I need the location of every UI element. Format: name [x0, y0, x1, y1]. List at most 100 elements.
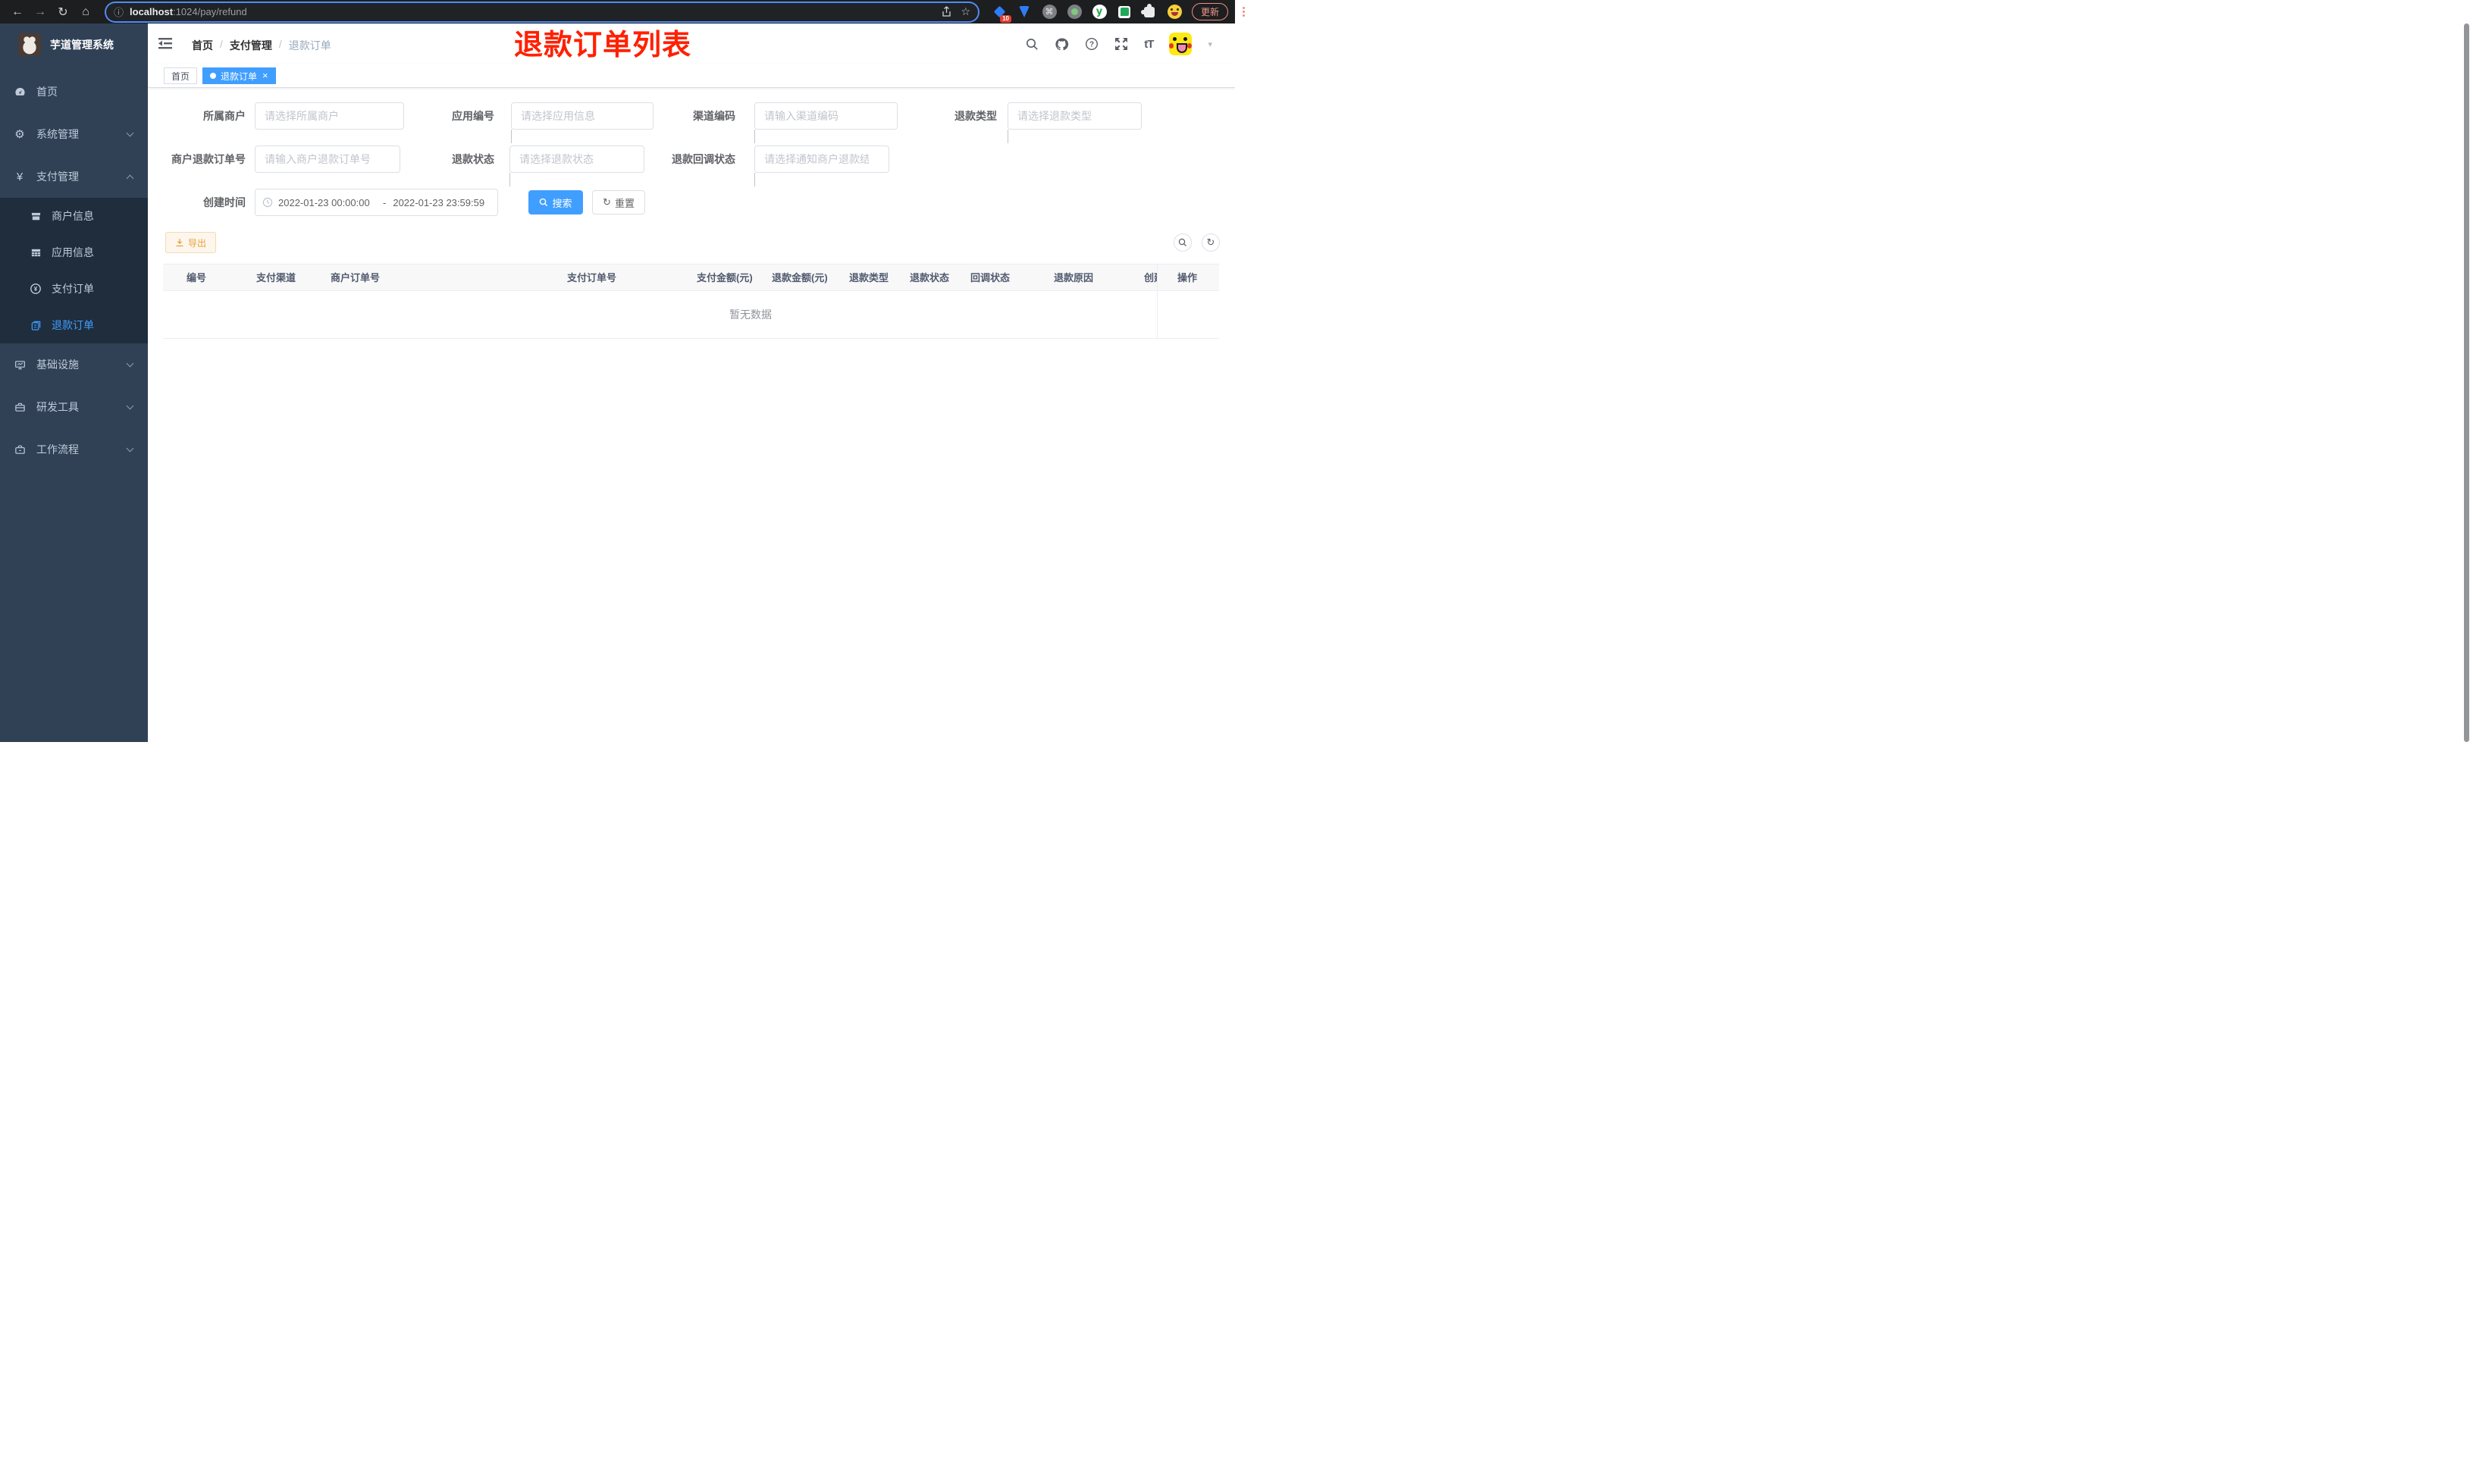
sidebar-item-label: 应用信息 — [52, 246, 94, 258]
col-pay-channel: 支付渠道 — [256, 272, 296, 283]
site-info-icon[interactable]: ⓘ — [114, 5, 124, 19]
sidebar-item-app-info[interactable]: 应用信息 — [0, 234, 148, 271]
sidebar-item-merchant-info[interactable]: 商户信息 — [0, 198, 148, 234]
refund-status-select[interactable]: 请选择退款状态 — [509, 146, 644, 186]
merchant-input[interactable] — [255, 102, 404, 130]
search-icon[interactable] — [1026, 38, 1039, 51]
extension-greendot-icon[interactable] — [1067, 5, 1082, 20]
extension-badge: 10 — [1000, 14, 1011, 23]
sidebar-item-refund-order[interactable]: 退款订单 — [0, 307, 148, 343]
toolbox-icon — [13, 402, 27, 413]
merchant-refund-no-input[interactable] — [255, 146, 400, 173]
col-id: 编号 — [187, 272, 207, 283]
channel-select[interactable]: 请输入渠道编码 — [754, 102, 898, 143]
tag-close-icon[interactable]: × — [262, 70, 268, 80]
col-refund-status: 退款状态 — [910, 272, 950, 283]
chevron-down-icon — [754, 130, 755, 143]
sidebar-menu: 首页 ⚙ 系统管理 ¥ 支付管理 商户信息 应用信息 ¥ 支付订单 退款订单 基… — [0, 70, 148, 471]
avatar-cheek — [1169, 43, 1174, 49]
extensions-puzzle-icon[interactable] — [1141, 3, 1157, 20]
refund-type-select[interactable]: 请选择退款类型 — [1008, 102, 1142, 143]
sidebar-item-payment[interactable]: ¥ 支付管理 — [0, 155, 148, 198]
browser-home-icon[interactable]: ⌂ — [76, 2, 96, 22]
browser-menu-icon[interactable] — [1240, 7, 1248, 17]
address-bar[interactable]: ⓘ localhost :1024/pay/refund ☆ — [106, 2, 978, 21]
sidebar-item-label: 系统管理 — [36, 128, 79, 140]
sidebar-item-infrastructure[interactable]: 基础设施 — [0, 343, 148, 386]
browser-reload-icon[interactable]: ↻ — [53, 2, 73, 22]
puzzle-shape — [1141, 3, 1155, 17]
logo-rabbit-image — [18, 33, 41, 56]
page-scrollbar[interactable] — [2464, 23, 2469, 742]
sidebar-logo[interactable]: 芋道管理系统 — [0, 23, 148, 66]
table-empty-row: 暂无数据 — [163, 291, 1219, 339]
chevron-down-icon — [511, 130, 512, 143]
tags-view: 首页 退款订单 × — [148, 64, 1235, 88]
col-pay-amount: 支付金额(元) — [697, 272, 753, 283]
browser-back-icon[interactable]: ← — [8, 2, 27, 22]
extension-chat-icon[interactable] — [1117, 5, 1132, 20]
page-title-annotation: 退款订单列表 — [514, 30, 692, 61]
sidebar-collapse-icon[interactable] — [158, 37, 172, 50]
refresh-table-icon[interactable]: ↻ — [1202, 233, 1220, 252]
breadcrumb-home[interactable]: 首页 — [192, 38, 213, 53]
form-row-3: 创建时间 2022-01-23 00:00:00 - 2022-01-23 23… — [148, 189, 1235, 216]
refund-type-label: 退款类型 — [954, 110, 997, 122]
chrome-update-button[interactable]: 更新 — [1192, 3, 1229, 20]
browser-forward-icon[interactable]: → — [30, 2, 50, 22]
notify-status-select[interactable]: 请选择通知商户退款结果 — [754, 146, 889, 186]
svg-text:?: ? — [1089, 41, 1094, 49]
search-button[interactable]: 搜索 — [528, 190, 583, 214]
sidebar-item-system[interactable]: ⚙ 系统管理 — [0, 113, 148, 155]
fullscreen-icon[interactable] — [1114, 37, 1128, 51]
font-size-icon[interactable]: tT — [1144, 38, 1154, 51]
gem-shape — [1019, 6, 1030, 17]
extension-diamond-icon[interactable]: 10 — [992, 5, 1011, 23]
sidebar: 芋道管理系统 首页 ⚙ 系统管理 ¥ 支付管理 商户信息 应用信息 ¥ 支付订单… — [0, 23, 148, 742]
extension-y-icon[interactable]: y — [1092, 5, 1107, 20]
extension-gem-icon[interactable] — [1017, 5, 1032, 20]
search-form: 所属商户 应用编号 请选择应用信息 渠道编码 请输入渠道编码 退款类型 请选择退… — [148, 102, 1235, 216]
app-select[interactable]: 请选择应用信息 — [511, 102, 654, 143]
emoji-face — [1167, 5, 1182, 19]
sidebar-item-workflow[interactable]: 工作流程 — [0, 428, 148, 471]
sidebar-item-label: 退款订单 — [52, 319, 94, 331]
sidebar-item-label: 支付管理 — [36, 171, 79, 183]
toggle-search-icon[interactable] — [1174, 233, 1192, 252]
tag-label: 退款订单 — [221, 70, 258, 82]
command-glyph: ⌘ — [1042, 5, 1057, 19]
svg-text:¥: ¥ — [34, 286, 38, 293]
date-start-value: 2022-01-23 00:00:00 — [278, 196, 370, 208]
tag-home[interactable]: 首页 — [164, 67, 198, 84]
green-dot — [1070, 8, 1078, 15]
create-time-range-picker[interactable]: 2022-01-23 00:00:00 - 2022-01-23 23:59:5… — [255, 189, 498, 216]
sidebar-item-label: 研发工具 — [36, 401, 79, 413]
sidebar-item-dev-tools[interactable]: 研发工具 — [0, 386, 148, 428]
sidebar-item-pay-order[interactable]: ¥ 支付订单 — [0, 271, 148, 307]
user-avatar[interactable] — [1169, 33, 1193, 55]
sidebar-item-home[interactable]: 首页 — [0, 70, 148, 113]
form-row-2: 商户退款订单号 退款状态 请选择退款状态 退款回调状态 请选择通知商户退款结果 — [148, 146, 1235, 186]
bookmark-star-icon[interactable]: ☆ — [961, 5, 970, 18]
channel-placeholder: 请输入渠道编码 — [764, 110, 838, 122]
browser-chrome: ← → ↻ ⌂ ⓘ localhost :1024/pay/refund ☆ 1… — [0, 0, 1246, 23]
extension-command-icon[interactable]: ⌘ — [1042, 5, 1057, 20]
export-button-label: 导出 — [188, 237, 207, 249]
reset-button[interactable]: ↻ 重置 — [592, 190, 645, 214]
table-toolbar: 导出 ↻ — [163, 232, 1220, 253]
sidebar-item-label: 支付订单 — [52, 283, 94, 295]
form-row-1: 所属商户 应用编号 请选择应用信息 渠道编码 请输入渠道编码 退款类型 请选择退… — [148, 102, 1235, 143]
fixed-column-divider — [1157, 264, 1158, 340]
sidebar-item-label: 基础设施 — [36, 358, 79, 371]
chevron-down-icon — [126, 129, 134, 137]
share-icon[interactable] — [942, 6, 951, 17]
export-button[interactable]: 导出 — [165, 232, 217, 253]
tag-refund-order[interactable]: 退款订单 × — [202, 67, 276, 84]
breadcrumb-payment[interactable]: 支付管理 — [230, 38, 272, 53]
chat-bubble — [1120, 8, 1129, 16]
avatar-caret-icon[interactable]: ▾ — [1208, 39, 1212, 49]
github-icon[interactable] — [1055, 37, 1069, 52]
chevron-down-icon — [126, 359, 134, 368]
help-question-icon[interactable]: ? — [1085, 37, 1099, 51]
profile-emoji-icon[interactable] — [1167, 5, 1182, 20]
